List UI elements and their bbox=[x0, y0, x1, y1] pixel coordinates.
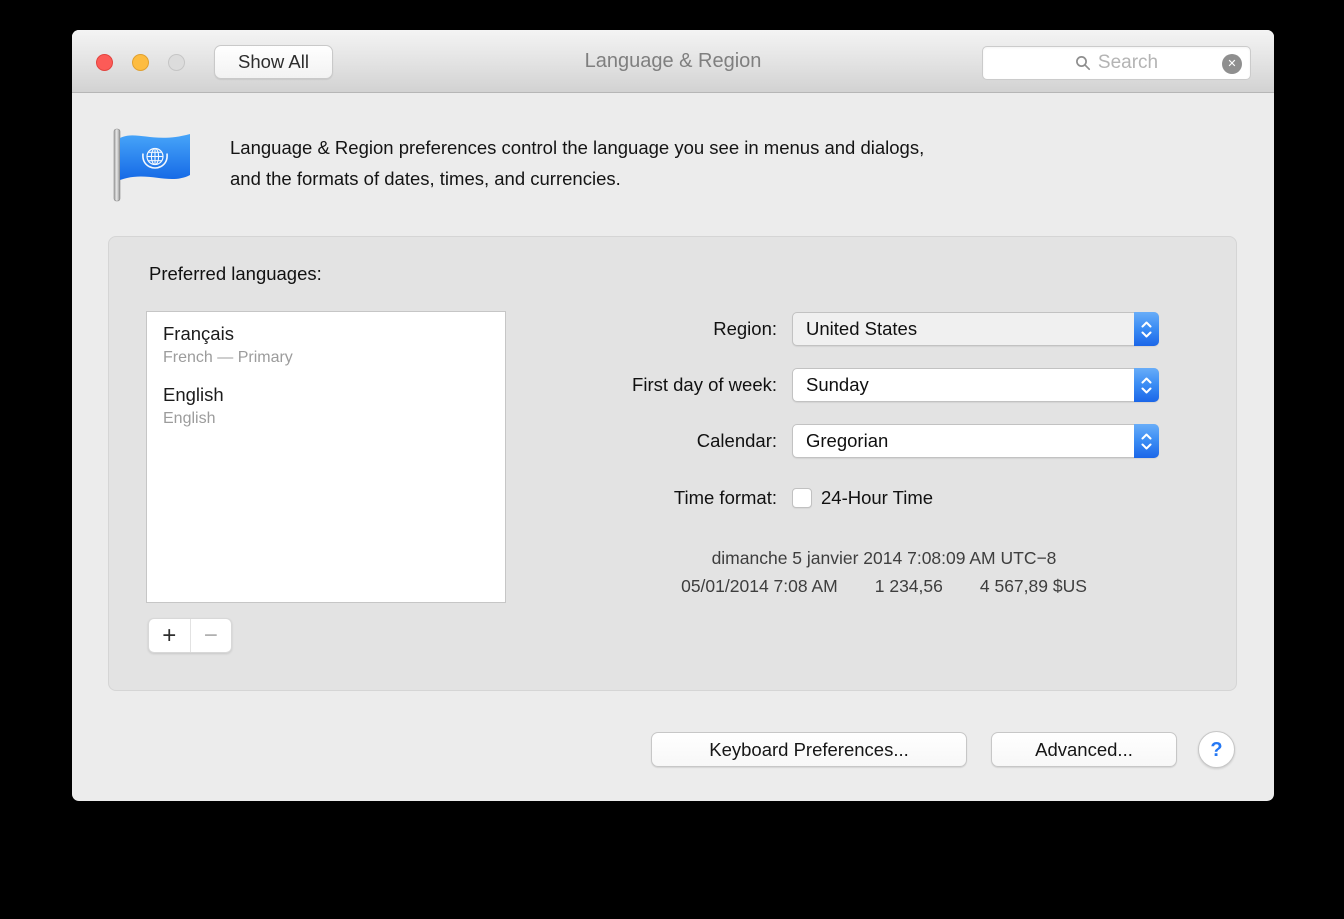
language-detail: French — Primary bbox=[163, 349, 489, 367]
chevron-up-down-icon bbox=[1134, 368, 1159, 402]
first-day-of-week-value: Sunday bbox=[806, 369, 869, 401]
region-select[interactable]: United States bbox=[792, 312, 1159, 346]
clear-search-icon[interactable]: ✕ bbox=[1222, 54, 1242, 74]
currency-preview: 4 567,89 $US bbox=[980, 576, 1087, 597]
add-remove-button-group: + − bbox=[148, 618, 232, 653]
add-language-button[interactable]: + bbox=[149, 619, 190, 652]
24-hour-time-checkbox[interactable] bbox=[792, 488, 812, 508]
language-region-window: Show All Language & Region Search ✕ bbox=[72, 30, 1274, 801]
format-preview: dimanche 5 janvier 2014 7:08:09 AM UTC−8… bbox=[519, 548, 1249, 597]
search-field[interactable]: Search ✕ bbox=[982, 46, 1251, 80]
description-line-1: Language & Region preferences control th… bbox=[230, 137, 924, 158]
24-hour-time-checkbox-label: 24-Hour Time bbox=[821, 481, 933, 515]
calendar-select[interactable]: Gregorian bbox=[792, 424, 1159, 458]
keyboard-preferences-button[interactable]: Keyboard Preferences... bbox=[651, 732, 967, 767]
calendar-label: Calendar: bbox=[369, 424, 777, 458]
number-preview: 1 234,56 bbox=[875, 576, 943, 597]
minimize-button[interactable] bbox=[132, 54, 149, 71]
un-flag-icon bbox=[108, 125, 200, 207]
chevron-up-down-icon bbox=[1134, 312, 1159, 346]
settings-group-box: Preferred languages: Français French — P… bbox=[108, 236, 1237, 691]
desktop-background: Show All Language & Region Search ✕ bbox=[0, 0, 1344, 919]
close-button[interactable] bbox=[96, 54, 113, 71]
show-all-button[interactable]: Show All bbox=[214, 45, 333, 79]
chevron-up-down-icon bbox=[1134, 424, 1159, 458]
titlebar: Show All Language & Region Search ✕ bbox=[72, 30, 1274, 93]
help-button[interactable]: ? bbox=[1198, 731, 1235, 768]
short-date-preview: 05/01/2014 7:08 AM bbox=[681, 576, 838, 597]
region-row: Region: United States bbox=[109, 312, 1238, 346]
search-placeholder: Search bbox=[1098, 52, 1158, 74]
first-day-of-week-label: First day of week: bbox=[369, 368, 777, 402]
first-day-of-week-row: First day of week: Sunday bbox=[109, 368, 1238, 402]
preferred-languages-label: Preferred languages: bbox=[149, 263, 322, 285]
region-label: Region: bbox=[369, 312, 777, 346]
search-icon bbox=[1075, 55, 1091, 71]
description-line-2: and the formats of dates, times, and cur… bbox=[230, 168, 621, 189]
time-format-row: Time format: 24-Hour Time bbox=[109, 481, 1238, 515]
short-format-preview: 05/01/2014 7:08 AM 1 234,56 4 567,89 $US bbox=[519, 576, 1249, 597]
time-format-label: Time format: bbox=[369, 481, 777, 515]
remove-language-button[interactable]: − bbox=[190, 619, 232, 652]
advanced-button[interactable]: Advanced... bbox=[991, 732, 1177, 767]
full-date-preview: dimanche 5 janvier 2014 7:08:09 AM UTC−8 bbox=[519, 548, 1249, 569]
panel-description: Language & Region preferences control th… bbox=[230, 132, 1210, 194]
calendar-value: Gregorian bbox=[806, 425, 888, 457]
calendar-row: Calendar: Gregorian bbox=[109, 424, 1238, 458]
first-day-of-week-select[interactable]: Sunday bbox=[792, 368, 1159, 402]
region-value: United States bbox=[806, 313, 917, 345]
zoom-button bbox=[168, 54, 185, 71]
traffic-lights bbox=[96, 54, 185, 71]
